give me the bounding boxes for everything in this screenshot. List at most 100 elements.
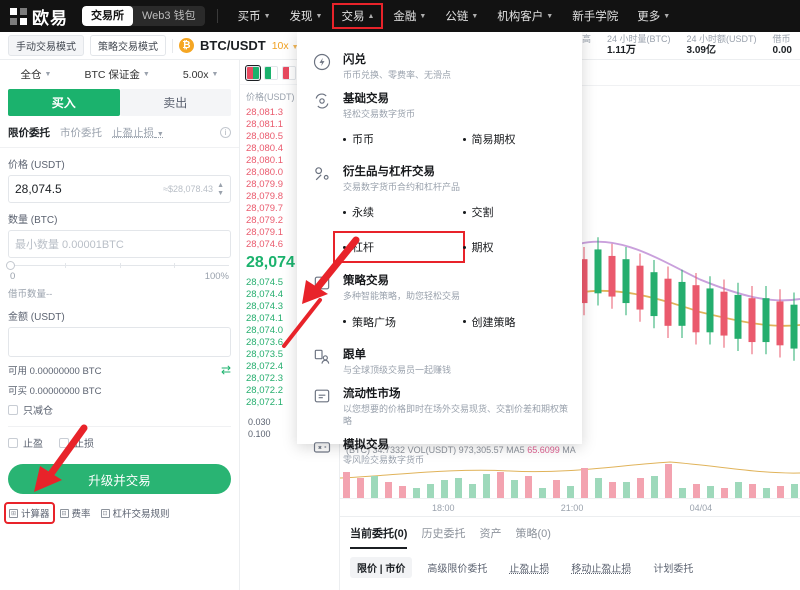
nav-divider [217, 9, 218, 23]
tab-open-orders[interactable]: 当前委托(0) [350, 525, 407, 549]
slider-handle[interactable] [6, 261, 15, 270]
slider-min: 0 [10, 271, 15, 282]
menu-sub-create-strategy[interactable]: 创建策略 [463, 309, 583, 335]
flash-icon [311, 51, 333, 73]
nav-label: 交易 [341, 8, 364, 24]
menu-subs-derivatives-row2: 杠杆 期权 [297, 229, 582, 265]
menu-sub-margin[interactable]: 杠杆 [335, 233, 463, 261]
reduce-only-checkbox[interactable] [8, 405, 18, 415]
sell-tab[interactable]: 卖出 [120, 89, 232, 116]
menu-title: 闪兑 [343, 51, 451, 67]
menu-sub-perpetual[interactable]: 永续 [343, 199, 463, 225]
menu-title: 策略交易 [343, 272, 460, 288]
order-type-market[interactable]: 市价委托 [60, 125, 102, 140]
menu-sub-options[interactable]: 期权 [463, 233, 583, 261]
swap-icon[interactable]: ⇄ [221, 363, 231, 377]
price-value: 28,074.5 [15, 182, 163, 196]
menu-group-copy-trade[interactable]: 跟单 与全球顶级交易员一起赚钱 [297, 339, 582, 378]
margin-mode-selector[interactable]: 全仓 ▼ [21, 67, 52, 82]
leverage-multiplier-selector[interactable]: 5.00x ▼ [183, 69, 219, 81]
chevron-down-icon: ▼ [419, 13, 426, 20]
price-approx: ≈$28,078.43 [163, 184, 213, 194]
nav-item-discover[interactable]: 发现 ▼ [282, 4, 331, 28]
nav-item-finance[interactable]: 金融 ▼ [385, 4, 434, 28]
nav-item-more[interactable]: 更多 ▼ [629, 4, 678, 28]
brand-logo[interactable]: 欧易 [10, 4, 68, 29]
available-balance: 可用 0.00000000 BTC [8, 363, 101, 377]
tab-assets[interactable]: 资产 [479, 525, 501, 549]
price-input[interactable]: 28,074.5 ≈$28,078.43 ▲▼ [8, 175, 231, 203]
mode-strategy-trading[interactable]: 策略交易模式 [90, 35, 166, 56]
stat-value: 0.00 [773, 45, 792, 58]
total-input[interactable] [8, 327, 231, 357]
subtab-tpsl[interactable]: 止盈止损 [502, 557, 556, 578]
reduce-only-row[interactable]: 只减仓 [0, 397, 239, 417]
stop-loss-label: 止损 [74, 435, 94, 450]
fee-rate-link[interactable]: ⊟ 费率 [57, 504, 94, 522]
menu-desc: 零风险交易数字货币 [343, 454, 424, 466]
amount-slider[interactable] [10, 265, 229, 266]
amount-slider-wrap: 0 100% [0, 258, 239, 282]
nav-item-trade[interactable]: 交易 ▲ [333, 4, 382, 28]
menu-group-basic-trade[interactable]: 基础交易 轻松交易数字货币 [297, 83, 582, 122]
menu-sub-label: 期权 [472, 239, 494, 255]
menu-desc: 多种智能策略，助您轻松交易 [343, 290, 460, 302]
menu-sub-spot[interactable]: 币币 [343, 126, 463, 152]
info-icon[interactable]: i [220, 127, 231, 138]
trading-pair-title[interactable]: BTC/USDT [200, 38, 266, 53]
stop-loss-checkbox[interactable] [59, 438, 69, 448]
menu-group-demo[interactable]: 模拟交易 零风险交易数字货币 [297, 429, 582, 468]
menu-sub-label: 杠杆 [352, 239, 374, 255]
book-view-bids-icon[interactable] [264, 66, 278, 80]
subtab-limit-market[interactable]: 限价 | 市价 [350, 557, 412, 578]
nav-item-academy[interactable]: 新手学院 [564, 4, 626, 28]
segment-exchange[interactable]: 交易所 [82, 6, 133, 26]
order-type-limit[interactable]: 限价委托 [8, 125, 50, 140]
btc-coin-icon: ₿ [179, 38, 194, 53]
menu-group-liquidity[interactable]: 流动性市场 以您想要的价格即时在场外交易现货、交割价差和期权策略 [297, 378, 582, 429]
segment-web3-wallet[interactable]: Web3 钱包 [133, 6, 205, 26]
menu-desc: 以您想要的价格即时在场外交易现货、交割价差和期权策略 [343, 403, 568, 427]
stop-loss-toggle[interactable]: 止损 [59, 435, 94, 450]
buy-tab[interactable]: 买入 [8, 89, 120, 116]
menu-group-convert[interactable]: 闪兑 币币兑换、零费率、无滑点 [297, 44, 582, 83]
chevron-up-icon: ▲ [367, 13, 374, 20]
price-label: 价格 (USDT) [8, 156, 231, 171]
take-profit-toggle[interactable]: 止盈 [8, 435, 43, 450]
menu-group-strategy[interactable]: 策略交易 多种智能策略，助您轻松交易 [297, 265, 582, 304]
top-navigation-bar: 欧易 交易所 Web3 钱包 买币 ▼ 发现 ▼ 交易 ▲ 金融 ▼ [0, 0, 800, 32]
subtab-planned-order[interactable]: 计划委托 [646, 557, 700, 578]
order-type-tpsl[interactable]: 止盈止损 ▼ [112, 125, 164, 140]
book-view-asks-icon[interactable] [282, 66, 296, 80]
tab-strategies[interactable]: 策略(0) [515, 525, 550, 549]
menu-sub-futures[interactable]: 交割 [463, 199, 583, 225]
chevron-down-icon: ▼ [143, 71, 150, 78]
brand-name: 欧易 [32, 4, 68, 29]
nav-item-institutions[interactable]: 机构客户 ▼ [489, 4, 561, 28]
leverage-selector[interactable]: 10x ▼ [272, 40, 299, 52]
menu-sub-label: 策略广场 [352, 314, 396, 330]
orders-table-header: 交易品种 委托时间 交易方向 成交均价 | 委托价 [340, 578, 800, 590]
mode-manual-trading[interactable]: 手动交易模式 [8, 35, 84, 56]
upgrade-and-trade-button[interactable]: 升级并交易 [8, 464, 231, 494]
menu-group-derivatives[interactable]: 衍生品与杠杆交易 交易数字货币合约和杠杆产品 [297, 156, 582, 195]
x-tick: 21:00 [561, 503, 584, 513]
menu-sub-label: 交割 [472, 204, 494, 220]
subtab-trailing-tpsl[interactable]: 移动止盈止损 [564, 557, 638, 578]
menu-sub-strategy-plaza[interactable]: 策略广场 [343, 309, 463, 335]
amount-input[interactable]: 最小数量 0.00001BTC [8, 230, 231, 258]
chevron-down-icon: ▼ [45, 71, 52, 78]
nav-item-chain[interactable]: 公链 ▼ [437, 4, 486, 28]
margin-rules-link[interactable]: ⊡ 杠杆交易规则 [98, 504, 173, 522]
calculator-link[interactable]: ⊞ 计算器 [6, 504, 53, 522]
menu-sub-simple-options[interactable]: 简易期权 [463, 126, 583, 152]
orders-panel: 当前委托(0) 历史委托 资产 策略(0) 限价 | 市价 高级限价委托 止盈止… [340, 516, 800, 590]
nav-item-buy-crypto[interactable]: 买币 ▼ [230, 4, 279, 28]
take-profit-checkbox[interactable] [8, 438, 18, 448]
tab-order-history[interactable]: 历史委托 [421, 525, 465, 549]
price-stepper[interactable]: ▲▼ [217, 182, 224, 197]
subtab-advanced-limit[interactable]: 高级限价委托 [420, 557, 494, 578]
margin-currency-selector[interactable]: BTC 保证金 ▼ [84, 67, 149, 82]
liquidity-icon [311, 385, 333, 407]
book-view-both-icon[interactable] [246, 66, 260, 80]
